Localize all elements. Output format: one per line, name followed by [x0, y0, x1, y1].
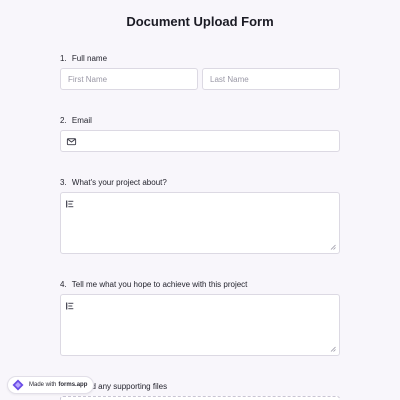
text-lines-icon: [66, 200, 74, 208]
question-project-about-label: 3. What's your project about?: [60, 178, 167, 187]
question-text: What's your project about?: [71, 178, 167, 187]
question-text: Full name: [71, 54, 108, 63]
badge-brand: forms.app: [58, 382, 88, 388]
achieve-goals-textarea[interactable]: [60, 294, 340, 356]
text-lines-icon: [66, 302, 74, 310]
question-number: 1.: [60, 54, 67, 63]
resize-handle-icon[interactable]: [330, 244, 336, 250]
project-about-textarea[interactable]: [60, 192, 340, 254]
question-text: Tell me what you hope to achieve with th…: [71, 280, 248, 289]
envelope-icon: [66, 137, 77, 145]
resize-handle-icon[interactable]: [330, 346, 336, 352]
badge-prefix: Made with: [29, 382, 57, 388]
first-name-placeholder: First Name: [68, 74, 108, 84]
form-title: Document Upload Form: [126, 14, 274, 29]
made-with-badge[interactable]: Made with forms.app: [7, 376, 95, 394]
question-text: Email: [71, 116, 92, 125]
last-name-placeholder: Last Name: [210, 74, 249, 84]
file-upload-dropzone[interactable]: [60, 396, 340, 400]
question-number: 3.: [60, 178, 67, 187]
question-email-label: 2. Email: [60, 116, 92, 125]
last-name-input[interactable]: Last Name: [202, 68, 340, 90]
question-number: 4.: [60, 280, 67, 289]
question-full-name-label: 1. Full name: [60, 54, 107, 63]
first-name-input[interactable]: First Name: [60, 68, 198, 90]
form-page: Document Upload Form 1. Full name First …: [0, 0, 400, 400]
email-input[interactable]: [60, 130, 340, 152]
question-number: 2.: [60, 116, 67, 125]
forms-app-logo-icon: [12, 379, 24, 391]
question-achieve-label: 4. Tell me what you hope to achieve with…: [60, 280, 247, 289]
